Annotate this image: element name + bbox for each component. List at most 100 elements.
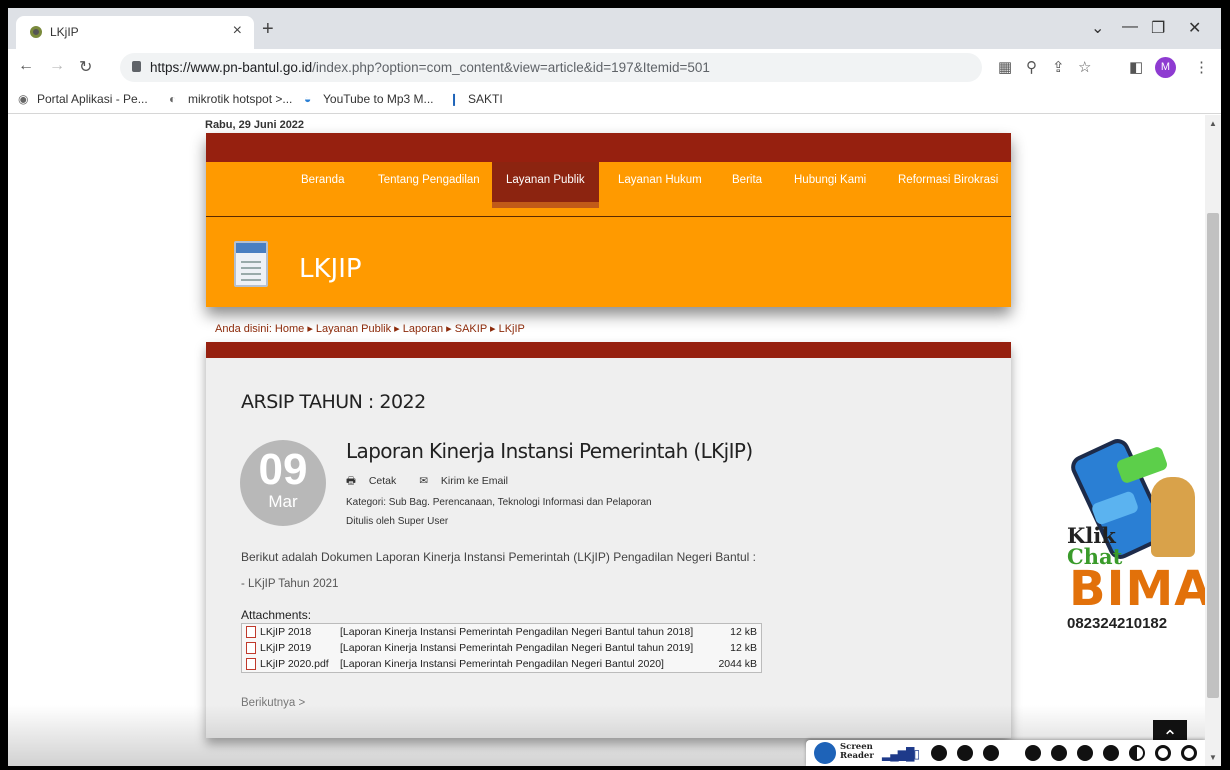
attachment-description: [Laporan Kinerja Instansi Pemerintah Pen… (340, 658, 664, 670)
translate-icon[interactable]: ▦ (998, 58, 1012, 76)
font-bold-icon[interactable] (1103, 745, 1119, 761)
scroll-down-icon[interactable]: ▼ (1209, 753, 1217, 762)
site-header: Beranda Tentang Pengadilan Layanan Publi… (206, 133, 1011, 307)
article-category: Kategori: Sub Bag. Perencanaan, Teknolog… (346, 497, 652, 508)
tab-search-chevron-icon[interactable]: ⌄ (1091, 18, 1104, 38)
main-menu: Beranda Tentang Pengadilan Layanan Publi… (206, 162, 1011, 217)
browser-toolbar: ← → ↻ https://www.pn-bantul.go.id/index.… (8, 49, 1221, 86)
attachment-link[interactable]: LKjIP 2018 (260, 624, 311, 640)
attachment-link[interactable]: LKjIP 2019 (260, 640, 311, 656)
tab-close-icon[interactable]: × (233, 22, 242, 40)
attachment-description: [Laporan Kinerja Instansi Pemerintah Pen… (340, 642, 694, 654)
archive-heading: ARSIP TAHUN : 2022 (241, 391, 426, 413)
attachment-row: LKjIP 2018 [Laporan Kinerja Instansi Pem… (242, 624, 761, 640)
attachment-size: 12 kB (730, 626, 757, 638)
url-text[interactable]: https://www.pn-bantul.go.id/index.php?op… (150, 60, 710, 75)
pdf-icon (246, 626, 256, 638)
zoom-icon[interactable]: ⚲ (1026, 58, 1037, 76)
bookmark-item[interactable]: ◐ mikrotik hotspot >... (169, 92, 292, 106)
attachment-size: 2044 kB (718, 658, 757, 670)
grayscale-icon[interactable] (1155, 745, 1171, 761)
bookmarks-bar: ◉ Portal Aplikasi - Pe... ◐ mikrotik hotsp… (8, 86, 1221, 114)
new-tab-button[interactable]: + (262, 18, 274, 41)
profile-avatar[interactable]: M (1155, 57, 1176, 78)
browser-tab[interactable]: LKjIP × (16, 16, 254, 49)
attachments-label: Attachments: (241, 608, 312, 622)
article-author: Ditulis oleh Super User (346, 516, 449, 527)
header-top-bar (206, 133, 1011, 162)
content-panel: ARSIP TAHUN : 2022 09 Mar Laporan Kinerj… (206, 342, 1011, 738)
restore-icon[interactable]: ❐ (1151, 18, 1165, 38)
font-increase-icon[interactable] (1025, 745, 1041, 761)
printer-icon: 🖶 (346, 475, 359, 487)
mascot-figure (1151, 477, 1195, 557)
lock-icon (132, 61, 141, 72)
page-viewport: Rabu, 29 Juni 2022 Beranda Tentang Penga… (8, 115, 1205, 766)
menu-item-tentang-pengadilan[interactable]: Tentang Pengadilan (378, 174, 480, 186)
attachment-description: [Laporan Kinerja Instansi Pemerintah Pen… (340, 626, 694, 638)
font-decrease-icon[interactable] (1051, 745, 1067, 761)
article-body: Berikut adalah Dokumen Laporan Kinerja I… (241, 550, 756, 564)
widget-phone-number: 082324210182 (1067, 615, 1168, 632)
font-reset-icon[interactable] (1077, 745, 1093, 761)
pdf-icon (246, 658, 256, 670)
youtube-mp3-icon: ◒ (304, 92, 312, 106)
contrast-icon[interactable] (1129, 745, 1145, 761)
back-icon[interactable]: ← (18, 57, 34, 75)
close-window-icon[interactable]: ✕ (1188, 18, 1201, 38)
bookmark-item[interactable]: ◉ Portal Aplikasi - Pe... (18, 92, 148, 106)
sakti-icon: ❙ (449, 92, 460, 106)
page-scrollbar[interactable]: ▲ ▼ (1205, 115, 1221, 766)
menu-item-berita[interactable]: Berita (732, 174, 762, 186)
screen-reader-logo-icon[interactable] (814, 742, 836, 764)
menu-item-layanan-publik[interactable]: Layanan Publik (492, 162, 599, 208)
mikrotik-icon: ◐ (169, 92, 177, 106)
invert-icon[interactable] (1181, 745, 1197, 761)
screen-reader-label: Screen Reader (840, 742, 874, 761)
breadcrumb[interactable]: Anda disini: Home ▸ Layanan Publik ▸ Lap… (215, 322, 525, 335)
bookmark-star-icon[interactable]: ☆ (1078, 58, 1091, 76)
address-bar[interactable]: https://www.pn-bantul.go.id/index.php?op… (120, 53, 982, 82)
attachments-table: LKjIP 2018 [Laporan Kinerja Instansi Pem… (241, 623, 762, 673)
article-title[interactable]: Laporan Kinerja Instansi Pemerintah (LKj… (346, 439, 753, 463)
article-actions: 🖶 Cetak ✉ Kirim ke Email (346, 473, 528, 491)
side-panel-icon[interactable]: ◧ (1129, 58, 1143, 76)
menu-item-hubungi-kami[interactable]: Hubungi Kami (794, 174, 866, 186)
tab-title: LKjIP (50, 25, 79, 39)
screen-reader-toolbar: Screen Reader ▂▄▆█▯ (806, 740, 1205, 766)
browser-window: LKjIP × + ⌄ — ❐ ✕ ← → ↻ https://www.pn-b… (8, 8, 1221, 766)
chat-bima-widget[interactable]: Klik Chat BIMA 082324210182 (1063, 435, 1205, 650)
stop-icon[interactable] (983, 745, 999, 761)
attachment-row: LKjIP 2019 [Laporan Kinerja Instansi Pem… (242, 640, 761, 656)
volume-level-icon[interactable]: ▂▄▆█▯ (882, 747, 920, 761)
attachment-link[interactable]: LKjIP 2020.pdf (260, 656, 329, 672)
play-icon[interactable] (931, 745, 947, 761)
pdf-icon (246, 642, 256, 654)
scroll-up-icon[interactable]: ▲ (1209, 119, 1217, 128)
print-link[interactable]: 🖶 Cetak (346, 475, 406, 487)
menu-item-reformasi-birokrasi[interactable]: Reformasi Birokrasi (898, 174, 998, 186)
pause-icon[interactable] (957, 745, 973, 761)
widget-bima-text: BIMA (1069, 561, 1205, 617)
article-body-item: - LKjIP Tahun 2021 (241, 578, 339, 590)
document-icon (234, 241, 268, 287)
attachment-size: 12 kB (730, 642, 757, 654)
page-title: LKJIP (299, 254, 362, 284)
bookmark-item[interactable]: ◒ YouTube to Mp3 M... (304, 92, 434, 106)
minimize-icon[interactable]: — (1122, 18, 1138, 36)
share-icon[interactable]: ⇪ (1052, 58, 1065, 76)
email-link[interactable]: ✉ Kirim ke Email (419, 475, 518, 487)
scrollbar-thumb[interactable] (1207, 213, 1219, 698)
reload-icon[interactable]: ↻ (79, 57, 92, 77)
attachment-row: LKjIP 2020.pdf [Laporan Kinerja Instansi… (242, 656, 761, 672)
date-badge: 09 Mar (240, 440, 326, 526)
forward-icon[interactable]: → (49, 57, 65, 75)
menu-item-beranda[interactable]: Beranda (301, 174, 344, 186)
tab-strip: LKjIP × + ⌄ — ❐ ✕ (8, 8, 1221, 49)
email-icon: ✉ (419, 475, 431, 487)
menu-kebab-icon[interactable]: ⋮ (1194, 58, 1209, 76)
content-top-bar (206, 342, 1011, 358)
site-favicon-icon (30, 26, 42, 38)
menu-item-layanan-hukum[interactable]: Layanan Hukum (618, 174, 702, 186)
bookmark-item[interactable]: ❙ SAKTI (449, 92, 503, 106)
